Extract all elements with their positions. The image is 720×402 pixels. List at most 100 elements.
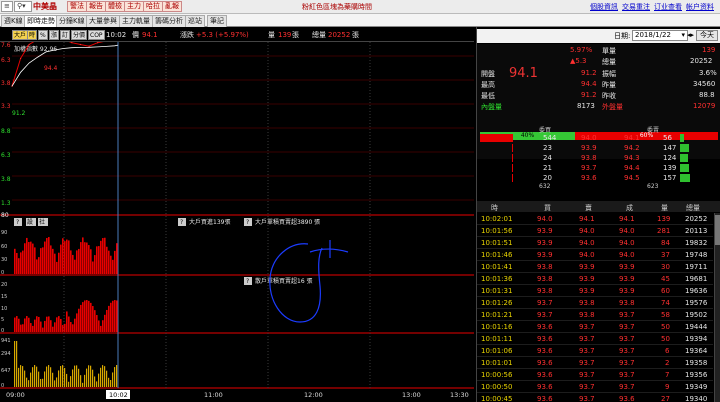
- tab-minute-k[interactable]: 分鐘K線: [56, 15, 88, 27]
- toolbar-button-3[interactable]: 體檢: [105, 1, 125, 12]
- price-point: [79, 43, 81, 46]
- trade-row[interactable]: 10:01:06 93.6 93.7 93.7 6 19364: [477, 345, 713, 357]
- trade-total: 19502: [685, 311, 708, 319]
- trade-row[interactable]: 10:01:36 93.8 93.9 93.9 45 19681: [477, 273, 713, 285]
- trade-ask: 93.9: [579, 263, 595, 271]
- trade-row[interactable]: 10:01:21 93.7 93.8 93.7 58 19502: [477, 309, 713, 321]
- chart-canvas[interactable]: 7.6 6.3 3.8 3.3 8.8 6.3 3.8 1.3 80 加權指數 …: [0, 42, 474, 402]
- trade-bid: 93.8: [537, 287, 553, 295]
- tab-big-volume[interactable]: 大量參與: [86, 15, 120, 27]
- trade-row[interactable]: 10:01:56 93.9 94.0 94.0 281 20113: [477, 225, 713, 237]
- trade-row[interactable]: 10:01:51 93.9 94.0 94.0 84 19832: [477, 237, 713, 249]
- trade-volume: 139: [657, 215, 671, 223]
- tab-week-k[interactable]: 週K線: [1, 15, 26, 27]
- toolbar-button-2[interactable]: 報告: [86, 1, 106, 12]
- mode-rise-button[interactable]: 漲: [49, 30, 60, 40]
- svg-text:647: 647: [1, 368, 11, 374]
- trade-row[interactable]: 10:00:45 93.6 93.7 93.6 27 19340: [477, 393, 713, 402]
- histogram-bar: [100, 240, 102, 274]
- histogram-bar: [38, 257, 40, 274]
- histogram-bar: [62, 325, 64, 332]
- trade-ask: 93.8: [579, 311, 595, 319]
- search-dropdown[interactable]: ⚲▾: [14, 1, 32, 12]
- trade-list-scrollbar[interactable]: [714, 213, 720, 402]
- trade-row[interactable]: 10:01:26 93.7 93.8 93.8 74 19576: [477, 297, 713, 309]
- ask-total: 623: [647, 183, 659, 190]
- mode-cop-button[interactable]: COP: [88, 30, 105, 40]
- toolbar-button-6[interactable]: 亂報: [162, 1, 182, 12]
- mode-bigplayer-button[interactable]: 大戶: [12, 30, 29, 40]
- trade-bid: 93.6: [537, 335, 553, 343]
- tab-patrol[interactable]: 巡站: [185, 15, 205, 27]
- trade-ask: 93.7: [579, 335, 595, 343]
- histogram-bar: [42, 247, 44, 274]
- trade-row[interactable]: 10:01:41 93.8 93.9 93.9 30 19711: [477, 261, 713, 273]
- price-scale-label: 1.3: [1, 200, 11, 207]
- tab-realtime[interactable]: 即時走勢: [24, 15, 58, 27]
- low-price-label: 91.2: [12, 110, 26, 117]
- trade-volume: 45: [661, 275, 670, 283]
- trade-row[interactable]: 10:01:01 93.6 93.7 93.7 2 19358: [477, 357, 713, 369]
- trade-row[interactable]: 10:02:01 94.0 94.1 94.1 139 20252: [477, 213, 713, 225]
- histogram-bar: [76, 313, 78, 332]
- volume-bar: [40, 378, 42, 387]
- svg-text:941: 941: [1, 338, 11, 344]
- date-picker[interactable]: 2018/1/22 ▾: [632, 30, 688, 41]
- histogram-bar: [50, 320, 52, 332]
- single-volume-value: 139: [702, 46, 716, 54]
- trade-row[interactable]: 10:00:56 93.6 93.7 93.7 7 19356: [477, 369, 713, 381]
- histogram-bar: [70, 322, 72, 332]
- mode-time-button[interactable]: 時: [27, 30, 38, 40]
- toolbar-button-4[interactable]: 主力: [124, 1, 144, 12]
- trade-time: 10:01:16: [481, 323, 513, 331]
- date-stepper[interactable]: ◂▸: [687, 31, 694, 39]
- trade-time: 10:01:36: [481, 275, 513, 283]
- link-stock-info[interactable]: 個股資訊: [590, 1, 618, 13]
- trade-row[interactable]: 10:01:11 93.6 93.7 93.7 50 19394: [477, 333, 713, 345]
- low-value: 91.2: [581, 91, 597, 99]
- histogram-bar: [36, 316, 38, 332]
- ask-qty: 56: [663, 134, 672, 142]
- volume-bar: [94, 376, 96, 387]
- trade-ask: 93.7: [579, 323, 595, 331]
- volume-bar: [38, 371, 40, 387]
- panel4-scale: 941 294 647 0: [1, 338, 11, 389]
- link-trade[interactable]: 交易重注: [622, 1, 650, 13]
- trade-row[interactable]: 10:00:50 93.6 93.7 93.7 9 19349: [477, 381, 713, 393]
- trade-list[interactable]: 10:02:01 94.0 94.1 94.1 139 20252 10:01:56 93.9…: [477, 213, 720, 402]
- histogram-bar: [54, 253, 56, 274]
- histogram-bar: [68, 316, 70, 332]
- histogram-bar: [58, 316, 60, 332]
- today-button[interactable]: 今天: [696, 30, 718, 41]
- histogram-bar: [78, 308, 80, 332]
- stock-name[interactable]: 中美晶: [33, 1, 57, 13]
- menu-dropdown[interactable]: ≡: [1, 1, 13, 12]
- intraday-chart[interactable]: 7.6 6.3 3.8 3.3 8.8 6.3 3.8 1.3 80 加權指數 …: [0, 42, 474, 402]
- trade-total: 19444: [685, 323, 708, 331]
- order-book-row[interactable]: 20 93.6 94.5 157: [477, 173, 720, 184]
- time-label: 13:00: [402, 391, 421, 399]
- mode-percent-button[interactable]: %: [38, 30, 48, 40]
- mode-price-dist-button[interactable]: 分價: [71, 30, 88, 40]
- volume-bar: [68, 381, 70, 387]
- tab-notes[interactable]: 筆記: [207, 15, 227, 27]
- trade-time: 10:01:51: [481, 239, 513, 247]
- volume-bar: [20, 365, 22, 387]
- trade-row[interactable]: 10:01:46 93.9 94.0 94.0 37 19748: [477, 249, 713, 261]
- scrollbar-thumb[interactable]: [715, 215, 720, 245]
- toolbar-button-1[interactable]: 警法: [67, 1, 87, 12]
- volume-bar: [58, 370, 60, 387]
- link-account[interactable]: 帐户资料: [686, 1, 714, 13]
- time-label: 13:30: [450, 391, 469, 399]
- svg-text:294: 294: [1, 351, 11, 357]
- trade-volume: 74: [661, 299, 670, 307]
- mode-order-button[interactable]: 訂: [60, 30, 71, 40]
- tab-main-force[interactable]: 主力軌量: [119, 15, 153, 27]
- link-orders[interactable]: 订业查看: [654, 1, 682, 13]
- trade-row[interactable]: 10:01:16 93.6 93.7 93.7 50 19444: [477, 321, 713, 333]
- tab-chips[interactable]: 籌碼分析: [152, 15, 186, 27]
- high-price-label: 94.4: [44, 65, 58, 72]
- high-value: 94.4: [581, 80, 597, 88]
- toolbar-button-5[interactable]: 哈拉: [143, 1, 163, 12]
- trade-row[interactable]: 10:01:31 93.8 93.9 93.9 60 19636: [477, 285, 713, 297]
